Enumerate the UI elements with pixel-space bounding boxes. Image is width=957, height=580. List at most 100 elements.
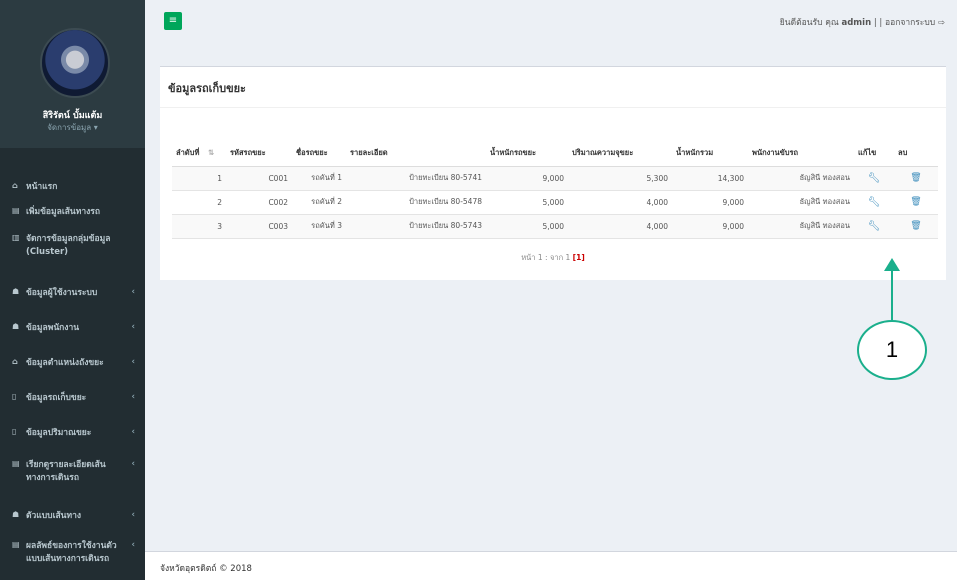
cell-name: รถคันที่ 2 bbox=[292, 190, 346, 215]
truck-data-panel: ข้อมูลรถเก็บขยะ ลำดับที่ ⇅ รหัสรถขยะ ชื่… bbox=[160, 66, 946, 280]
col-name[interactable]: ชื่อรถขยะ bbox=[292, 141, 346, 167]
sidebar-item-label: ข้อมูลรถเก็บขยะ bbox=[26, 393, 87, 403]
cell-detail: ป้ายทะเบียน 80-5741 bbox=[346, 166, 486, 191]
col-total[interactable]: น้ำหนักรวม bbox=[672, 141, 748, 167]
sidebar-item-9[interactable]: ▤ เรียกดูรายละเอียดเส้นทางการเดินรถ ‹ bbox=[0, 459, 145, 485]
cell-edit: 🔧︎ bbox=[854, 166, 894, 191]
truck-icon: ▯ bbox=[12, 392, 17, 401]
footer-text: จังหวัดอุตรดิตถ์ © 2018 bbox=[160, 564, 252, 574]
col-code[interactable]: รหัสรถขยะ bbox=[226, 141, 292, 167]
footer: จังหวัดอุตรดิตถ์ © 2018 bbox=[145, 551, 957, 580]
cell-total: 14,300 bbox=[672, 166, 748, 191]
pager-text: หน้า 1 : จาก 1 bbox=[521, 253, 571, 262]
cell-capacity: 4,000 bbox=[568, 214, 672, 239]
admin-username: admin bbox=[841, 18, 872, 28]
col-no[interactable]: ลำดับที่ ⇅ bbox=[172, 141, 226, 167]
cell-detail: ป้ายทะเบียน 80-5743 bbox=[346, 214, 486, 239]
cell-no: 2 bbox=[172, 190, 226, 215]
sidebar-item-label: เพิ่มข้อมูลเส้นทางรถ bbox=[26, 207, 100, 217]
chevron-left-icon: ‹ bbox=[131, 459, 135, 469]
col-driver[interactable]: พนักงานขับรถ bbox=[748, 141, 854, 167]
trash-delete-icon[interactable]: 🗑︎ bbox=[910, 221, 921, 231]
sidebar-item-label: ข้อมูลตำแหน่งถังขยะ bbox=[26, 358, 104, 368]
chevron-left-icon: ‹ bbox=[131, 357, 135, 367]
sidebar-item-label: เรียกดูรายละเอียดเส้นทางการเดินรถ bbox=[26, 460, 106, 483]
page-title: ข้อมูลรถเก็บขยะ bbox=[168, 82, 246, 95]
cell-name: รถคันที่ 3 bbox=[292, 214, 346, 239]
col-weight[interactable]: น้ำหนักรถขยะ bbox=[486, 141, 568, 167]
logout-icon[interactable]: ⇨ bbox=[938, 18, 945, 28]
cell-total: 9,000 bbox=[672, 190, 748, 215]
cell-edit: 🔧︎ bbox=[854, 190, 894, 215]
chevron-left-icon: ‹ bbox=[131, 540, 135, 550]
sidebar-item-label: ข้อมูลปริมาณขยะ bbox=[26, 428, 92, 438]
sidebar-item-8[interactable]: ▯ ข้อมูลปริมาณขยะ ‹ bbox=[0, 427, 145, 440]
col-detail[interactable]: รายละเอียด bbox=[346, 141, 486, 167]
wrench-edit-icon[interactable]: 🔧︎ bbox=[868, 221, 881, 232]
staff-icon: ☗ bbox=[12, 322, 20, 331]
trash-delete-icon[interactable]: 🗑︎ bbox=[910, 197, 921, 207]
col-capacity[interactable]: ปริมาณความจุขยะ bbox=[568, 141, 672, 167]
trash-volume-icon: ▯ bbox=[12, 427, 17, 436]
chevron-left-icon: ‹ bbox=[131, 427, 135, 437]
sidebar-item-7[interactable]: ▯ ข้อมูลรถเก็บขยะ ‹ bbox=[0, 392, 145, 405]
callout-number: 1 bbox=[857, 320, 927, 380]
sidebar-item-1[interactable]: ⌂ หน้าแรก bbox=[0, 181, 145, 194]
wrench-edit-icon[interactable]: 🔧︎ bbox=[868, 197, 881, 208]
cell-driver: ธัญสินี ทองสอน bbox=[748, 166, 854, 191]
pager-current-page[interactable]: [1] bbox=[573, 253, 585, 262]
user-name: สิริรัตน์ บั้มแต้ม bbox=[42, 111, 103, 121]
cell-detail: ป้ายทะเบียน 80-5478 bbox=[346, 190, 486, 215]
cell-weight: 9,000 bbox=[486, 166, 568, 191]
cell-code: C003 bbox=[226, 214, 292, 239]
logout-link[interactable]: ออกจากระบบ bbox=[885, 18, 935, 28]
sidebar-item-11[interactable]: ▤ ผลลัพธ์ของการใช้งานตัวแบบเส้นทางการเดิน… bbox=[0, 540, 145, 566]
sidebar-item-label: ข้อมูลผู้ใช้งานระบบ bbox=[26, 288, 98, 298]
top-bar: ≡ ยินดีต้อนรับ คุณ admin | | ออกจากระบบ … bbox=[145, 0, 957, 42]
sidebar-toggle-button[interactable]: ≡ bbox=[164, 12, 182, 30]
user-panel: สิริรัตน์ บั้มแต้ม จัดการข้อมูล ▾ bbox=[0, 0, 145, 148]
sidebar-item-4[interactable]: ☗ ข้อมูลผู้ใช้งานระบบ ‹ bbox=[0, 287, 145, 300]
table-header-row: ลำดับที่ ⇅ รหัสรถขยะ ชื่อรถขยะ รายละเอีย… bbox=[172, 141, 938, 167]
avatar bbox=[40, 28, 110, 98]
chevron-left-icon: ‹ bbox=[131, 510, 135, 520]
col-delete: ลบ bbox=[894, 141, 938, 167]
sidebar-item-label: จัดการข้อมูลกลุ่มข้อมูล (Cluster) bbox=[26, 234, 111, 257]
sidebar-item-2[interactable]: ▤ เพิ่มข้อมูลเส้นทางรถ bbox=[0, 206, 145, 219]
cell-weight: 5,000 bbox=[486, 190, 568, 215]
cluster-icon: ▥ bbox=[12, 233, 20, 242]
sort-icon: ⇅ bbox=[208, 148, 215, 158]
sidebar-item-label: หน้าแรก bbox=[26, 182, 58, 192]
welcome-text: ยินดีต้อนรับ คุณ bbox=[779, 18, 839, 28]
chevron-left-icon: ‹ bbox=[131, 322, 135, 332]
sidebar-item-5[interactable]: ☗ ข้อมูลพนักงาน ‹ bbox=[0, 322, 145, 335]
cell-total: 9,000 bbox=[672, 214, 748, 239]
cell-name: รถคันที่ 1 bbox=[292, 166, 346, 191]
divider bbox=[160, 107, 946, 108]
form-icon: ▤ bbox=[12, 206, 20, 215]
user-role-dropdown[interactable]: จัดการข้อมูล ▾ bbox=[0, 121, 145, 134]
pagination: หน้า 1 : จาก 1 [1] bbox=[160, 252, 946, 264]
home-icon: ⌂ bbox=[12, 181, 18, 190]
cell-weight: 5,000 bbox=[486, 214, 568, 239]
sidebar-item-label: ผลลัพธ์ของการใช้งานตัวแบบเส้นทางการเดินร… bbox=[26, 541, 117, 564]
sidebar-item-6[interactable]: ⌂ ข้อมูลตำแหน่งถังขยะ ‹ bbox=[0, 357, 145, 370]
cell-delete: 🗑︎ bbox=[894, 214, 938, 239]
sidebar: สิริรัตน์ บั้มแต้ม จัดการข้อมูล ▾ ⌂ หน้าแ… bbox=[0, 0, 145, 580]
col-edit: แก้ไข bbox=[854, 141, 894, 167]
top-right-user-menu: ยินดีต้อนรับ คุณ admin | | ออกจากระบบ ⇨ bbox=[780, 15, 945, 29]
cell-capacity: 5,300 bbox=[568, 166, 672, 191]
result-icon: ▤ bbox=[12, 540, 20, 549]
callout-arrow-line bbox=[891, 270, 893, 320]
cell-capacity: 4,000 bbox=[568, 190, 672, 215]
sidebar-item-label: ข้อมูลพนักงาน bbox=[26, 323, 80, 333]
sidebar-item-3[interactable]: ▥ จัดการข้อมูลกลุ่มข้อมูล (Cluster) bbox=[0, 233, 145, 259]
cell-no: 1 bbox=[172, 166, 226, 191]
cell-delete: 🗑︎ bbox=[894, 166, 938, 191]
chevron-left-icon: ‹ bbox=[131, 287, 135, 297]
users-icon: ☗ bbox=[12, 287, 20, 296]
cell-driver: ธัญสินี ทองสอน bbox=[748, 190, 854, 215]
wrench-edit-icon[interactable]: 🔧︎ bbox=[868, 173, 881, 184]
sidebar-item-10[interactable]: ☗ ตัวแบบเส้นทาง ‹ bbox=[0, 510, 145, 523]
trash-delete-icon[interactable]: 🗑︎ bbox=[910, 173, 921, 183]
